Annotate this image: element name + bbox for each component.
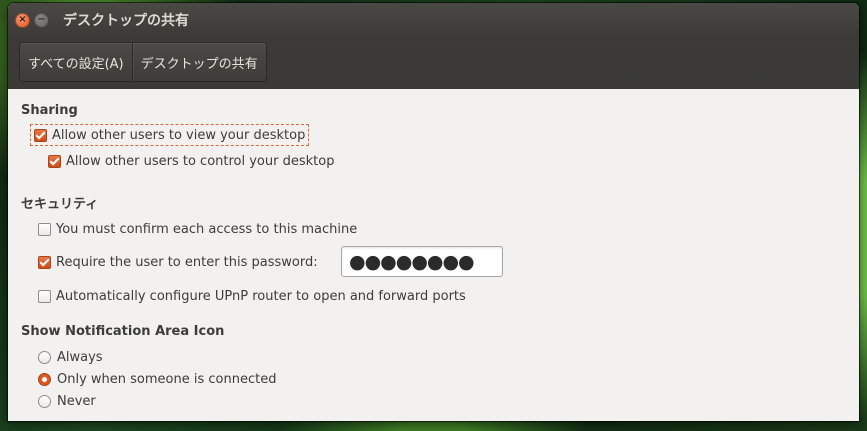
radio-never-label: Never [57, 393, 96, 409]
radio-only-when-connected-label: Only when someone is connected [57, 371, 277, 387]
minimize-icon[interactable]: − [34, 12, 49, 28]
breadcrumb-all-settings[interactable]: すべての設定(A) [20, 43, 132, 81]
require-password-label: Require the user to enter this password: [56, 254, 318, 270]
radio-never[interactable]: Never [38, 391, 96, 411]
upnp-checkbox-row[interactable]: Automatically configure UPnP router to o… [38, 286, 466, 306]
checkbox-checked-icon[interactable] [34, 128, 47, 142]
window-title: デスクトップの共有 [63, 13, 189, 29]
desktop-sharing-window: × − デスクトップの共有 すべての設定(A) デスクトップの共有 Sharin… [8, 3, 859, 421]
require-password-checkbox-row[interactable]: Require the user to enter this password: [38, 252, 318, 272]
confirm-access-checkbox-row[interactable]: You must confirm each access to this mac… [38, 219, 357, 239]
toolbar: すべての設定(A) デスクトップの共有 [8, 37, 859, 89]
radio-unselected-icon[interactable] [38, 350, 51, 364]
radio-only-when-connected[interactable]: Only when someone is connected [38, 369, 276, 389]
radio-always-label: Always [57, 349, 103, 365]
breadcrumb-desktop-sharing[interactable]: デスクトップの共有 [131, 43, 266, 81]
security-section-title: セキュリティ [21, 197, 99, 212]
checkbox-checked-icon[interactable] [48, 154, 61, 168]
allow-control-label: Allow other users to control your deskto… [66, 153, 335, 169]
upnp-label: Automatically configure UPnP router to o… [56, 288, 466, 304]
checkbox-checked-icon[interactable] [38, 255, 51, 269]
confirm-access-label: You must confirm each access to this mac… [56, 221, 358, 237]
allow-control-checkbox-row[interactable]: Allow other users to control your deskto… [48, 151, 334, 171]
password-input[interactable]: ●●●●●●●● [341, 246, 503, 277]
radio-selected-icon[interactable] [38, 372, 51, 386]
checkbox-unchecked-icon[interactable] [38, 222, 51, 236]
breadcrumb: すべての設定(A) デスクトップの共有 [19, 42, 267, 82]
allow-view-label: Allow other users to view your desktop [52, 127, 306, 143]
close-icon[interactable]: × [15, 12, 30, 28]
radio-unselected-icon[interactable] [38, 394, 51, 408]
sharing-section-title: Sharing [21, 103, 78, 118]
notification-section-title: Show Notification Area Icon [21, 324, 225, 339]
title-bar: × − デスクトップの共有 [8, 3, 859, 37]
allow-view-checkbox-row[interactable]: Allow other users to view your desktop [29, 124, 310, 146]
radio-always[interactable]: Always [38, 347, 103, 367]
settings-content: Sharing Allow other users to view your d… [8, 89, 859, 421]
checkbox-unchecked-icon[interactable] [38, 289, 51, 303]
